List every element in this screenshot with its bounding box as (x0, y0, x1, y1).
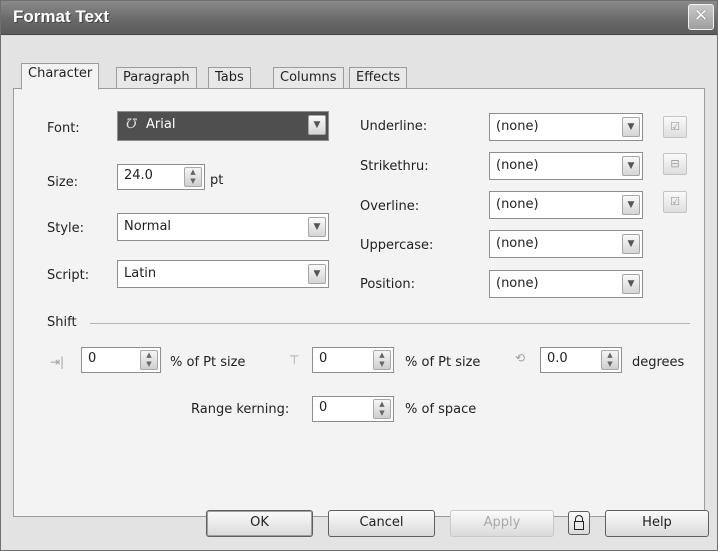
horizontal-shift-spin-buttons[interactable]: ▲ ▼ (140, 350, 158, 370)
angle-unit: degrees (632, 355, 685, 370)
title-bar[interactable]: Format Text ✕ (1, 1, 717, 35)
spin-up-icon[interactable]: ▲ (141, 351, 157, 360)
spin-down-icon[interactable]: ▼ (185, 177, 201, 186)
range-kerning-unit: % of space (405, 402, 477, 417)
shift-divider (90, 323, 690, 324)
script-label: Script: (47, 268, 90, 283)
tab-columns[interactable]: Columns (273, 67, 344, 89)
vertical-shift-icon: ⊤ (289, 353, 300, 367)
cancel-button[interactable]: Cancel (328, 510, 435, 537)
vertical-shift-spinner[interactable]: 0 ▲ ▼ (312, 347, 394, 373)
tab-character[interactable]: Character (21, 63, 100, 90)
tab-paragraph[interactable]: Paragraph (116, 67, 197, 89)
edit-strikethru-icon: ⊟ (670, 157, 680, 170)
angle-spin-buttons[interactable]: ▲ ▼ (601, 350, 619, 370)
dialog-body: Character Paragraph Tabs Columns Effects… (1, 36, 717, 550)
edit-strikethru-button[interactable]: ⊟ (663, 153, 687, 175)
range-kerning-label: Range kerning: (191, 402, 290, 417)
truetype-font-icon: ℧ (126, 117, 137, 132)
position-label: Position: (360, 277, 415, 292)
font-dropdown[interactable]: ℧ Arial ▼ (117, 111, 329, 141)
chevron-down-icon[interactable]: ▼ (622, 274, 640, 294)
position-dropdown[interactable]: (none) ▼ (489, 270, 643, 298)
underline-value: (none) (496, 119, 539, 134)
font-label: Font: (47, 121, 80, 136)
size-label: Size: (47, 175, 79, 190)
spin-down-icon[interactable]: ▼ (141, 360, 157, 369)
spin-down-icon[interactable]: ▼ (374, 409, 390, 418)
size-spin-buttons[interactable]: ▲ ▼ (184, 167, 202, 187)
horizontal-shift-icon: ⇥| (50, 355, 65, 369)
edit-overline-icon: ☑ (670, 195, 680, 208)
range-kerning-value: 0 (319, 400, 328, 415)
ok-button[interactable]: OK (206, 510, 313, 537)
style-label: Style: (47, 221, 85, 236)
range-kerning-spin-buttons[interactable]: ▲ ▼ (373, 399, 391, 419)
strikethru-label: Strikethru: (360, 159, 429, 174)
overline-label: Overline: (360, 199, 420, 214)
character-panel: Font: ℧ Arial ▼ Size: 24.0 ▲ ▼ pt Style:… (13, 88, 705, 517)
chevron-down-icon[interactable]: ▼ (308, 217, 326, 237)
chevron-down-icon[interactable]: ▼ (622, 195, 640, 215)
strikethru-value: (none) (496, 158, 539, 173)
apply-button[interactable]: Apply (450, 510, 554, 537)
overline-dropdown[interactable]: (none) ▼ (489, 191, 643, 219)
format-text-dialog: Format Text ✕ Character Paragraph Tabs C… (0, 0, 718, 551)
vertical-shift-spin-buttons[interactable]: ▲ ▼ (373, 350, 391, 370)
tab-tabs[interactable]: Tabs (208, 67, 251, 89)
range-kerning-spinner[interactable]: 0 ▲ ▼ (312, 396, 394, 422)
chevron-down-icon[interactable]: ▼ (308, 264, 326, 284)
edit-overline-button[interactable]: ☑ (663, 191, 687, 213)
underline-label: Underline: (360, 119, 428, 134)
position-value: (none) (496, 276, 539, 291)
script-value: Latin (124, 266, 157, 281)
uppercase-dropdown[interactable]: (none) ▼ (489, 230, 643, 258)
horizontal-shift-value: 0 (88, 351, 97, 366)
dialog-title: Format Text (13, 7, 110, 26)
chevron-down-icon[interactable]: ▼ (622, 156, 640, 176)
spin-up-icon[interactable]: ▲ (602, 351, 618, 360)
chevron-down-icon[interactable]: ▼ (622, 117, 640, 137)
style-dropdown[interactable]: Normal ▼ (117, 213, 329, 241)
overline-value: (none) (496, 197, 539, 212)
strikethru-dropdown[interactable]: (none) ▼ (489, 152, 643, 180)
uppercase-label: Uppercase: (360, 238, 434, 253)
underline-dropdown[interactable]: (none) ▼ (489, 113, 643, 141)
spin-up-icon[interactable]: ▲ (374, 400, 390, 409)
script-dropdown[interactable]: Latin ▼ (117, 260, 329, 288)
spin-up-icon[interactable]: ▲ (185, 168, 201, 177)
font-value: Arial (146, 117, 176, 132)
close-button[interactable]: ✕ (688, 4, 714, 30)
lock-icon (574, 521, 584, 530)
size-spinner[interactable]: 24.0 ▲ ▼ (117, 164, 205, 190)
horizontal-shift-unit: % of Pt size (170, 355, 246, 370)
horizontal-shift-spinner[interactable]: 0 ▲ ▼ (81, 347, 161, 373)
size-value: 24.0 (124, 168, 153, 183)
spin-up-icon[interactable]: ▲ (374, 351, 390, 360)
close-icon: ✕ (693, 6, 709, 26)
help-button[interactable]: Help (605, 510, 709, 537)
shift-group-label: Shift (47, 315, 77, 330)
edit-underline-button[interactable]: ☑ (663, 116, 687, 138)
uppercase-value: (none) (496, 236, 539, 251)
tab-effects[interactable]: Effects (349, 67, 408, 89)
spin-down-icon[interactable]: ▼ (374, 360, 390, 369)
character-angle-icon: ⟲ (515, 351, 526, 365)
edit-underline-icon: ☑ (670, 120, 680, 133)
spin-down-icon[interactable]: ▼ (602, 360, 618, 369)
style-value: Normal (124, 219, 172, 234)
vertical-shift-unit: % of Pt size (405, 355, 481, 370)
lock-button[interactable] (568, 511, 590, 535)
vertical-shift-value: 0 (319, 351, 328, 366)
angle-value: 0.0 (547, 351, 568, 366)
chevron-down-icon[interactable]: ▼ (622, 234, 640, 254)
chevron-down-icon[interactable]: ▼ (308, 115, 326, 135)
angle-spinner[interactable]: 0.0 ▲ ▼ (540, 347, 622, 373)
size-unit: pt (210, 173, 224, 188)
